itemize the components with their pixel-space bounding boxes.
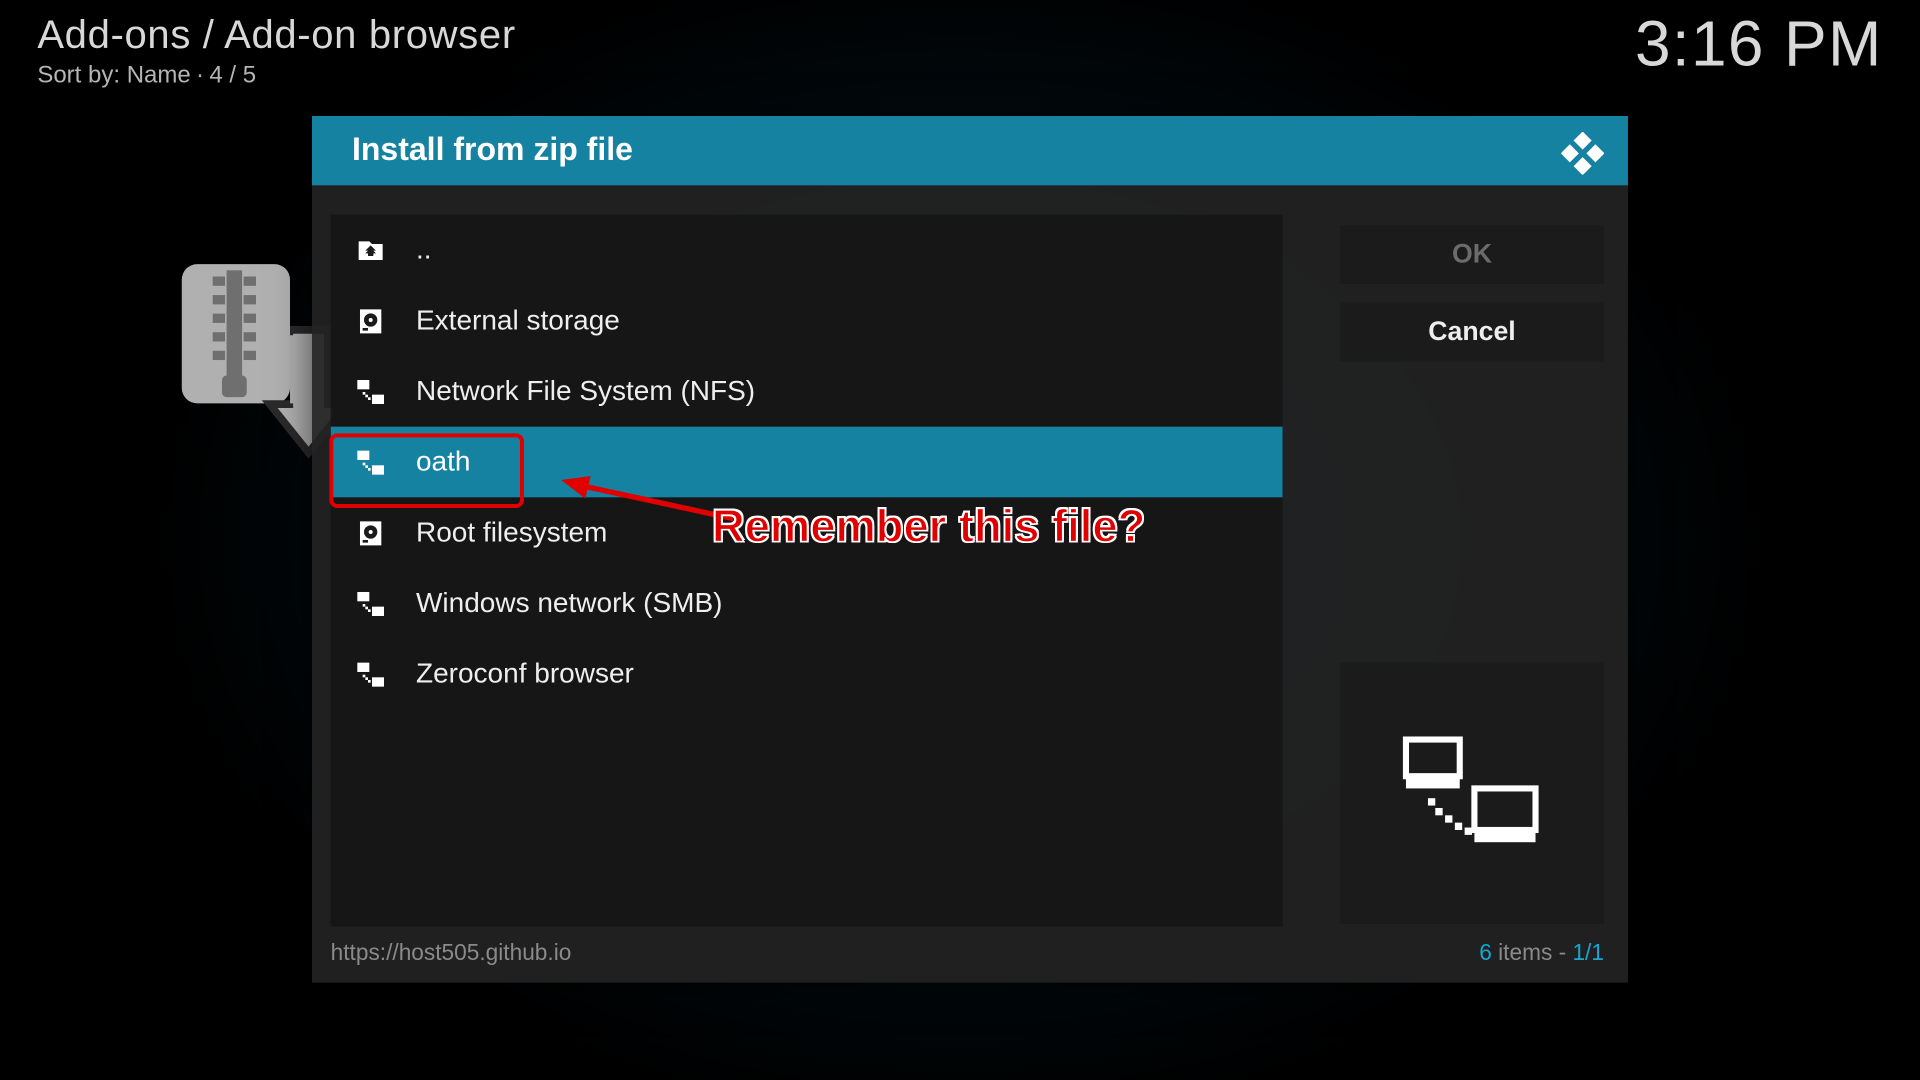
network-icon bbox=[355, 446, 387, 478]
install-from-zip-dialog: Install from zip file .. External storage… bbox=[312, 116, 1628, 983]
selection-thumbnail bbox=[1340, 663, 1604, 924]
sort-prefix: Sort by: bbox=[37, 61, 126, 88]
status-count: 6 items - 1/1 bbox=[1479, 940, 1604, 967]
file-row-3[interactable]: oath bbox=[331, 427, 1283, 498]
file-row-4[interactable]: Root filesystem bbox=[331, 497, 1283, 568]
file-row-label: Zeroconf browser bbox=[416, 658, 634, 690]
file-row-label: .. bbox=[416, 234, 432, 266]
clock: 3:16 PM bbox=[1635, 8, 1883, 81]
kodi-logo-icon bbox=[1561, 132, 1604, 175]
network-icon bbox=[355, 587, 387, 619]
file-row-label: Network File System (NFS) bbox=[416, 375, 755, 407]
status-path: https://host505.github.io bbox=[331, 940, 572, 967]
file-row-6[interactable]: Zeroconf browser bbox=[331, 639, 1283, 710]
file-row-5[interactable]: Windows network (SMB) bbox=[331, 568, 1283, 639]
file-row-0[interactable]: .. bbox=[331, 215, 1283, 286]
sort-separator-dot: · bbox=[191, 61, 210, 88]
sort-position: 4 / 5 bbox=[209, 61, 256, 88]
file-row-label: Windows network (SMB) bbox=[416, 587, 723, 619]
status-items-word: items - bbox=[1492, 940, 1573, 965]
network-icon bbox=[355, 375, 387, 407]
file-row-1[interactable]: External storage bbox=[331, 285, 1283, 356]
file-row-2[interactable]: Network File System (NFS) bbox=[331, 356, 1283, 427]
file-row-label: oath bbox=[416, 446, 470, 478]
file-row-label: External storage bbox=[416, 305, 620, 337]
disk-icon bbox=[355, 517, 387, 549]
folder-up-icon bbox=[355, 234, 387, 266]
disk-icon bbox=[355, 305, 387, 337]
status-count-number: 6 bbox=[1479, 940, 1492, 965]
file-row-label: Root filesystem bbox=[416, 517, 607, 549]
status-page: 1/1 bbox=[1572, 940, 1604, 965]
sort-line: Sort by: Name·4 / 5 bbox=[37, 61, 256, 89]
dialog-status-bar: https://host505.github.io 6 items - 1/1 bbox=[331, 935, 1604, 972]
sort-field: Name bbox=[127, 61, 191, 88]
breadcrumb: Add-ons / Add-on browser bbox=[37, 13, 515, 58]
dialog-title-bar: Install from zip file bbox=[312, 116, 1628, 185]
ok-button[interactable]: OK bbox=[1340, 225, 1604, 284]
dialog-title: Install from zip file bbox=[352, 132, 633, 169]
network-computers-icon bbox=[1399, 731, 1546, 856]
file-list[interactable]: .. External storage Network File System (N… bbox=[331, 215, 1283, 927]
network-icon bbox=[355, 658, 387, 690]
cancel-button[interactable]: Cancel bbox=[1340, 303, 1604, 362]
zip-download-icon bbox=[179, 256, 334, 483]
